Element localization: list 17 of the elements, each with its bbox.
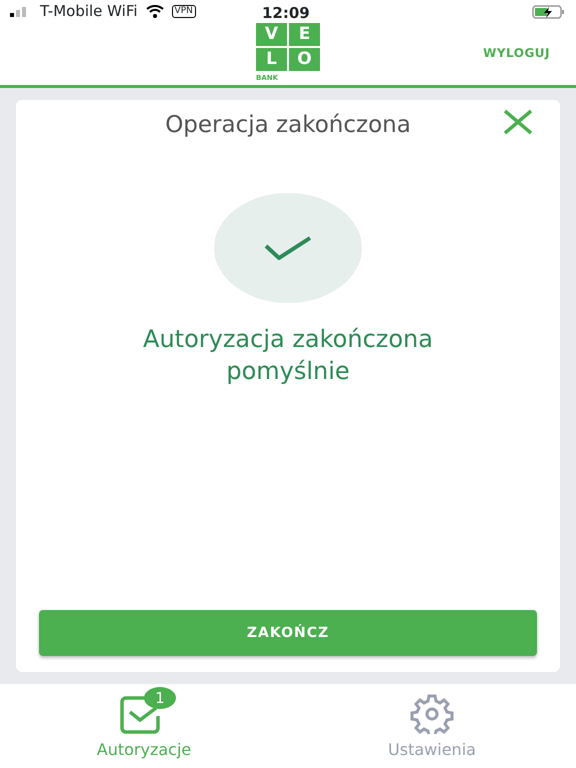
success-message: Autoryzacja zakończona pomyślnie <box>142 324 434 387</box>
settings-icon <box>408 694 456 734</box>
logout-link[interactable]: WYLOGUJ <box>477 43 556 63</box>
logo-tile: V <box>256 23 287 46</box>
carrier-name: T-Mobile WiFi <box>40 0 138 22</box>
status-time: 12:09 <box>262 3 310 24</box>
close-button[interactable] <box>502 109 534 135</box>
check-icon <box>264 236 312 260</box>
tab-button[interactable]: Ustawienia <box>288 684 576 767</box>
logo-tile: O <box>289 48 320 71</box>
logo-tile: L <box>256 48 287 71</box>
logo-tile: E <box>289 23 320 46</box>
count-badge: 1 <box>144 687 176 709</box>
finish-button[interactable]: ZAKOŃCZ <box>39 610 537 656</box>
dialog-title: Operacja zakończona <box>164 111 412 140</box>
vpn-indicator: VPN <box>172 4 196 18</box>
tab-button[interactable]: 1 Autoryzacje <box>0 684 288 767</box>
